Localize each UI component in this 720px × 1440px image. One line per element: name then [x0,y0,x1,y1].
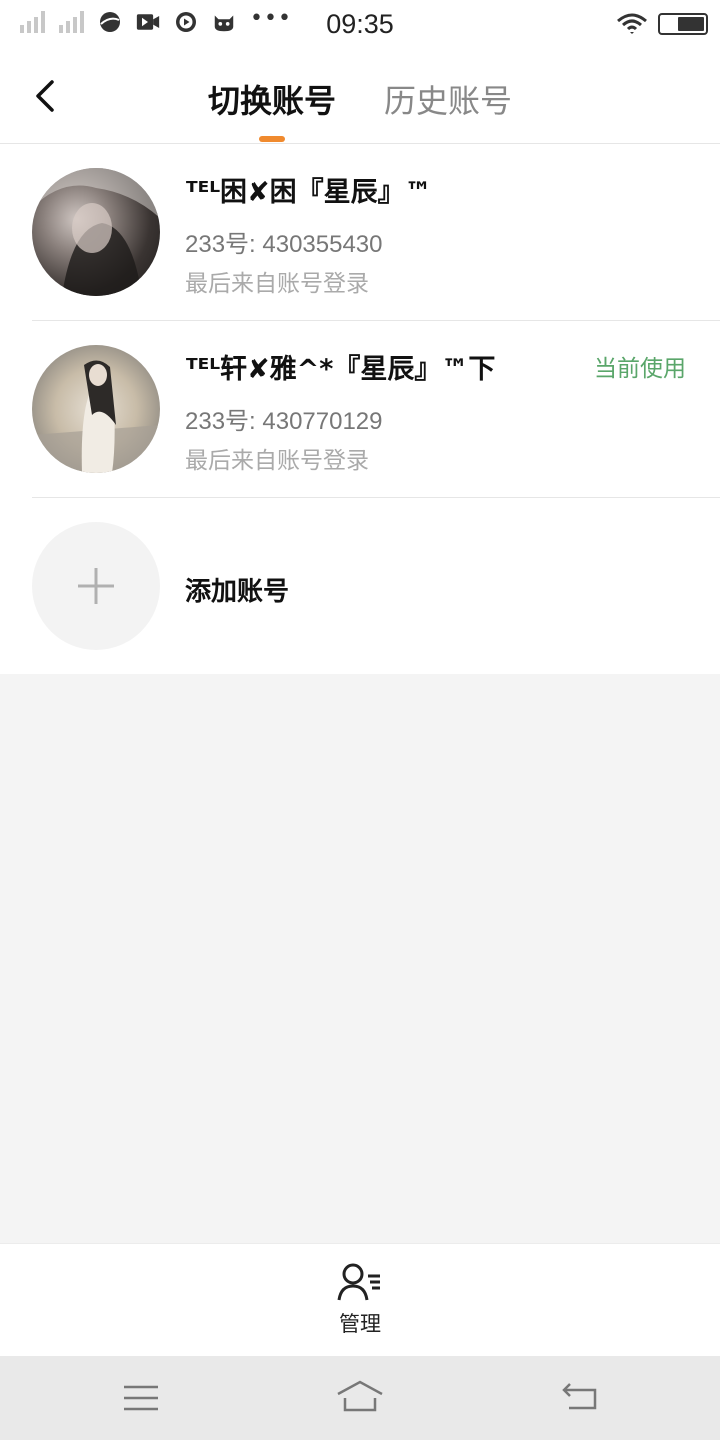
back-icon[interactable] [555,1378,605,1418]
tab-history-account[interactable]: 历史账号 [384,76,512,122]
account-name: ᵀᴱᴸ困✘困『星辰』™ [186,177,432,208]
account-name: ᵀᴱᴸ轩✘雅^*『星辰』™下 [186,354,496,385]
status-icons-right [616,12,708,36]
add-account-row[interactable]: 添加账号 [0,498,720,675]
tab-indicator [259,136,285,142]
status-bar: ••• 09:35 [0,0,720,50]
system-nav-bar [0,1356,720,1440]
header: 切换账号 历史账号 [0,50,720,144]
add-account-label: 添加账号 [185,577,290,607]
account-list: ᵀᴱᴸ困✘困『星辰』™ 233号: 430355430 最后来自账号登录 ᵀᴱᴸ… [0,144,720,674]
manage-bar: 管理 [0,1243,720,1356]
tab-switch-account[interactable]: 切换账号 [208,76,336,122]
wifi-icon [617,13,647,34]
plus-icon [78,568,114,604]
battery-icon [658,13,708,35]
manage-label: 管理 [339,1312,381,1336]
current-account-badge: 当前使用 [594,356,686,382]
add-account-button[interactable] [32,522,160,650]
last-login-text: 最后来自账号登录 [185,271,369,297]
chevron-left-icon[interactable] [28,76,64,116]
account-row[interactable]: ᵀᴱᴸ困✘困『星辰』™ 233号: 430355430 最后来自账号登录 [0,144,720,321]
menu-icon[interactable] [116,1378,166,1418]
account-id: 233号: 430355430 [185,231,383,258]
manage-button[interactable]: 管理 [310,1262,410,1344]
account-id: 233号: 430770129 [185,408,383,435]
last-login-text: 最后来自账号登录 [185,448,369,474]
status-time: 09:35 [326,9,394,39]
user-list-icon [337,1263,380,1301]
avatar [32,168,160,296]
avatar [32,345,160,473]
home-icon[interactable] [335,1378,385,1418]
account-row[interactable]: ᵀᴱᴸ轩✘雅^*『星辰』™下 当前使用 233号: 430770129 最后来自… [0,321,720,498]
